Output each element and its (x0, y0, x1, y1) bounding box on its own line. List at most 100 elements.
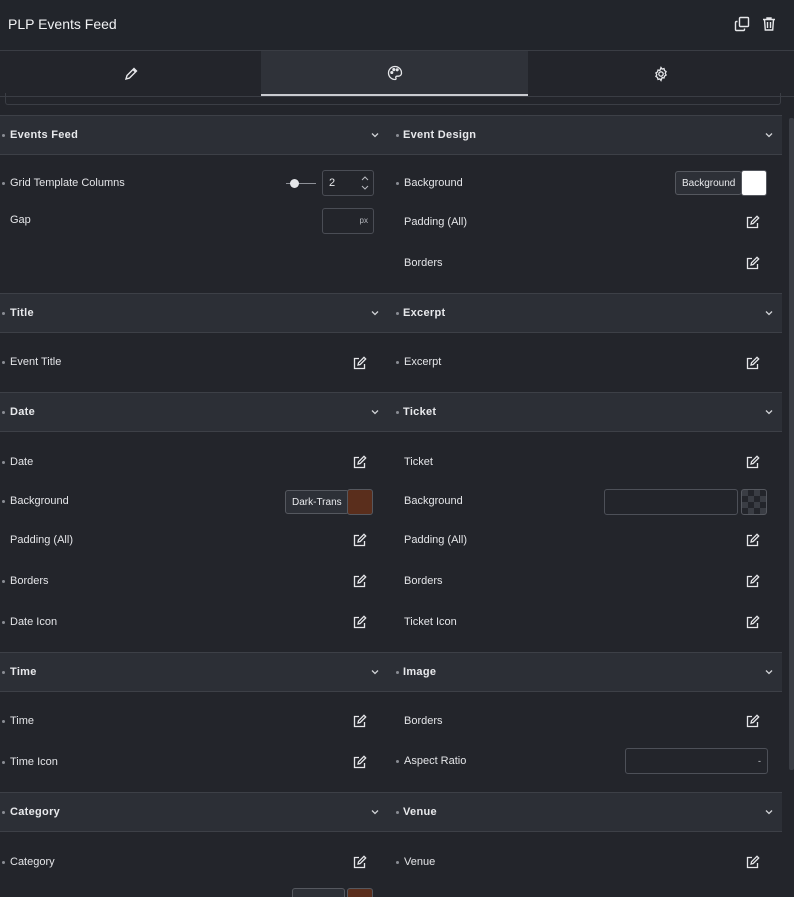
edit-icon[interactable] (352, 714, 367, 729)
edit-icon[interactable] (352, 574, 367, 589)
field-label: Date (10, 456, 34, 468)
field-label: Time (10, 715, 35, 727)
section-ticket[interactable]: Ticket (388, 392, 782, 432)
grid-columns-input[interactable]: 2 (322, 170, 374, 196)
field-label: Padding (All) (404, 216, 467, 228)
section-events-feed[interactable]: Events Feed (0, 115, 388, 155)
gear-icon (655, 65, 667, 82)
section-time[interactable]: Time (0, 652, 388, 692)
section-excerpt[interactable]: Excerpt (388, 293, 782, 333)
panel-tabs (0, 51, 794, 97)
edit-icon[interactable] (352, 356, 367, 371)
section-venue[interactable]: Venue (388, 792, 782, 832)
chevron-down-icon (765, 810, 773, 815)
field-label: Background (10, 495, 69, 507)
date-borders-row: Borders (0, 572, 388, 592)
time-icon-row: Time Icon (0, 753, 388, 773)
tab-content[interactable] (0, 51, 261, 96)
image-borders-row: Borders (394, 712, 782, 732)
field-label: Ticket (404, 456, 433, 468)
edit-icon[interactable] (352, 615, 367, 630)
section-title: Venue (403, 806, 437, 818)
field-label: Gap (10, 214, 31, 226)
venue-row: Venue (394, 853, 782, 873)
chevron-down-icon (371, 670, 379, 675)
chevron-down-icon (371, 133, 379, 138)
date-row: Date (0, 453, 388, 473)
chevron-down-icon (765, 670, 773, 675)
date-background-preset-button[interactable]: Dark-Trans (285, 490, 349, 514)
chevron-down-icon (371, 311, 379, 316)
scrollbar[interactable] (789, 118, 794, 770)
section-title: Excerpt (403, 307, 446, 319)
section-title: Date (10, 406, 36, 418)
field-label: Padding (All) (404, 534, 467, 546)
background-preset-button[interactable]: Background (675, 171, 743, 195)
date-background-color-swatch[interactable] (347, 489, 373, 515)
panel-title: PLP Events Feed (8, 16, 117, 32)
edit-icon[interactable] (352, 855, 367, 870)
edit-icon[interactable] (745, 215, 760, 230)
slider-handle[interactable] (290, 179, 299, 188)
section-title-settings[interactable]: Title (0, 293, 388, 333)
edit-icon[interactable] (745, 615, 760, 630)
unit-label[interactable]: px (360, 216, 368, 225)
field-label: Grid Template Columns (10, 177, 125, 189)
section-category[interactable]: Category (0, 792, 388, 832)
field-label: Background (404, 177, 463, 189)
edit-icon[interactable] (352, 755, 367, 770)
field-label: Time Icon (10, 756, 58, 768)
category-background-color-swatch[interactable] (347, 888, 373, 897)
ticket-borders-row: Borders (394, 572, 782, 592)
field-label: Borders (404, 575, 443, 587)
section-title: Events Feed (10, 129, 79, 141)
field-label: Background (404, 495, 463, 507)
section-title: Title (10, 307, 34, 319)
edit-icon[interactable] (745, 533, 760, 548)
section-image[interactable]: Image (388, 652, 782, 692)
field-label: Padding (All) (10, 534, 73, 546)
ticket-background-input[interactable] (604, 489, 738, 515)
edit-icon[interactable] (745, 256, 760, 271)
event-title-row: Event Title (0, 353, 388, 373)
chevron-down-icon (371, 810, 379, 815)
trash-icon[interactable] (761, 16, 777, 32)
section-title: Ticket (403, 406, 437, 418)
copy-icon[interactable] (734, 16, 750, 32)
section-date[interactable]: Date (0, 392, 388, 432)
edit-icon[interactable] (352, 533, 367, 548)
edit-icon[interactable] (745, 855, 760, 870)
chevron-down-icon (765, 133, 773, 138)
ticket-padding-row: Padding (All) (394, 531, 782, 551)
palette-icon (387, 65, 402, 80)
ticket-icon-row: Ticket Icon (394, 613, 782, 633)
background-color-swatch[interactable] (741, 170, 767, 196)
section-event-design[interactable]: Event Design (388, 115, 782, 155)
edit-icon[interactable] (745, 356, 760, 371)
stepper-arrows-icon[interactable] (361, 174, 369, 192)
edit-icon[interactable] (745, 455, 760, 470)
section-title: Time (10, 666, 37, 678)
tab-advanced[interactable] (528, 51, 794, 96)
field-label: Excerpt (404, 356, 442, 368)
collapsed-field-edge (5, 93, 781, 105)
field-label: Borders (404, 257, 443, 269)
tab-style[interactable] (261, 51, 528, 96)
ticket-background-color-swatch[interactable] (741, 489, 767, 515)
excerpt-row: Excerpt (394, 353, 782, 373)
field-label: Venue (404, 856, 436, 868)
chevron-down-icon (371, 410, 379, 415)
edit-icon[interactable] (745, 714, 760, 729)
select-caret: - (758, 756, 761, 766)
chevron-down-icon (765, 311, 773, 316)
gap-input[interactable]: px (322, 208, 374, 234)
edit-icon[interactable] (352, 455, 367, 470)
section-title: Image (403, 666, 437, 678)
aspect-ratio-select[interactable]: - (625, 748, 768, 774)
field-label: Category (10, 856, 55, 868)
edit-icon[interactable] (745, 574, 760, 589)
grid-columns-slider[interactable] (286, 179, 316, 188)
category-background-preset-button[interactable] (292, 888, 345, 897)
event-design-borders-row: Borders (394, 254, 782, 274)
date-padding-row: Padding (All) (0, 531, 388, 551)
